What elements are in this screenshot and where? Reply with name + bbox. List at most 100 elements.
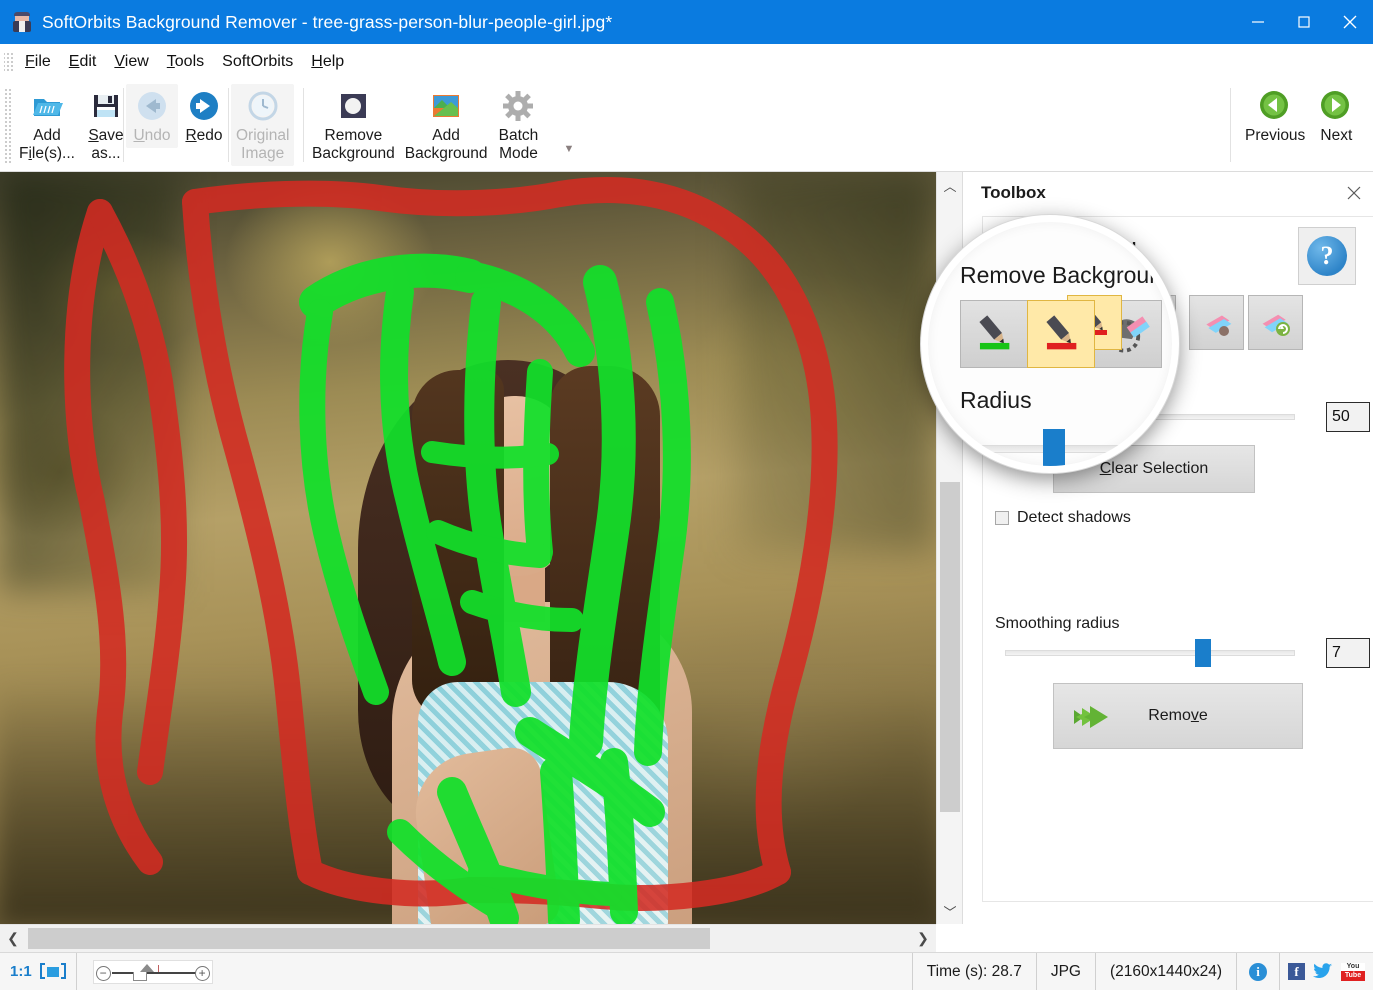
menu-item-softorbits[interactable]: SoftOrbits xyxy=(213,49,302,75)
menu-item-tools[interactable]: Tools xyxy=(158,49,213,75)
toolbox-header: Toolbox xyxy=(963,172,1373,214)
menu-gripper[interactable] xyxy=(4,51,14,73)
eraser-restore-tool-button[interactable] xyxy=(1248,295,1303,350)
minimize-button[interactable] xyxy=(1235,0,1281,44)
zoom-status-cell: 1:1 xyxy=(0,952,77,990)
toolbar-group-file: Add File(s)... Save as... xyxy=(14,84,132,168)
save-as-button[interactable]: Save as... xyxy=(80,84,132,166)
remove-button[interactable]: Remove xyxy=(1053,683,1303,749)
radius-value-input[interactable]: 50 xyxy=(1326,402,1370,432)
next-button[interactable]: Next xyxy=(1310,84,1362,148)
add-background-button[interactable]: Add Background xyxy=(400,84,493,166)
dimensions-cell: (2160x1440x24) xyxy=(1096,952,1237,990)
close-button[interactable] xyxy=(1327,0,1373,44)
add-files-label-2: File(s)... xyxy=(19,145,75,162)
redo-button[interactable]: Redo xyxy=(178,84,230,148)
original-image-label-1: Original xyxy=(236,127,290,144)
info-cell[interactable]: i xyxy=(1237,952,1280,990)
detect-shadows-checkbox[interactable] xyxy=(995,511,1009,525)
menu-item-file[interactable]: File xyxy=(16,49,60,75)
smoothing-radius-slider[interactable] xyxy=(1005,639,1295,667)
gear-icon xyxy=(501,89,535,123)
previous-button[interactable]: Previous xyxy=(1240,84,1310,148)
add-files-label-1: Add xyxy=(33,127,61,144)
application-window: SoftOrbits Background Remover - tree-gra… xyxy=(0,0,1373,990)
detect-shadows-row[interactable]: Detect shadows xyxy=(995,509,1131,527)
original-image-button[interactable]: Original Image xyxy=(231,84,295,166)
add-background-label-2: Background xyxy=(404,145,488,162)
toolbar-gripper[interactable] xyxy=(4,88,12,164)
maximize-button[interactable] xyxy=(1281,0,1327,44)
toolbar-separator-2 xyxy=(228,88,229,162)
smoothing-slider-track[interactable] xyxy=(1005,650,1295,656)
clock-history-icon xyxy=(246,89,280,123)
menu-item-edit[interactable]: Edit xyxy=(60,49,106,75)
zoom-slider-track[interactable] xyxy=(111,971,196,974)
plus-icon[interactable]: + xyxy=(194,965,210,981)
chevron-left-icon[interactable]: ❮ xyxy=(0,925,26,952)
menu-bar: File Edit View Tools SoftOrbits Help xyxy=(0,44,1373,80)
green-left-arrow-icon xyxy=(1258,89,1292,123)
batch-mode-label-1: Batch xyxy=(498,127,539,144)
zoom-slider-thumb[interactable] xyxy=(139,963,154,972)
smoothing-slider-thumb[interactable] xyxy=(1195,639,1211,667)
redo-label: Redo xyxy=(185,127,223,144)
next-label: Next xyxy=(1320,127,1353,144)
vertical-scroll-thumb[interactable] xyxy=(940,482,960,812)
remove-background-button[interactable]: Remove Background xyxy=(307,84,400,166)
fit-to-window-icon[interactable] xyxy=(39,962,66,981)
menu-item-help[interactable]: Help xyxy=(302,49,353,75)
zoom-ratio-label[interactable]: 1:1 xyxy=(10,963,32,980)
add-bg-icon xyxy=(429,89,463,123)
magnifier-radius-slider[interactable] xyxy=(938,429,1168,466)
eraser-icon xyxy=(1205,315,1231,336)
add-background-label-1: Add xyxy=(432,127,460,144)
toolbox-title: Toolbox xyxy=(981,183,1046,202)
chevron-down-icon[interactable]: ﹀ xyxy=(937,898,963,924)
canvas-horizontal-scrollbar[interactable]: ❮ ❯ xyxy=(0,924,936,952)
format-cell: JPG xyxy=(1037,952,1096,990)
twitter-icon[interactable] xyxy=(1313,963,1333,980)
eraser-tool-button[interactable] xyxy=(1189,295,1244,350)
youtube-bottom-text: Tube xyxy=(1341,970,1365,981)
chevron-right-icon[interactable]: ❯ xyxy=(910,925,936,952)
toolbar-overflow-icon[interactable]: ▼ xyxy=(562,142,576,156)
toolbar-separator-3 xyxy=(303,88,304,162)
app-icon xyxy=(12,12,32,32)
menu-item-view[interactable]: View xyxy=(105,49,157,75)
green-right-arrow-icon xyxy=(1319,89,1353,123)
red-marker-tool-zoomed[interactable] xyxy=(1027,300,1095,368)
facebook-icon[interactable]: f xyxy=(1288,963,1305,980)
save-as-label-1: Save xyxy=(88,127,124,144)
green-marker-tool-zoomed[interactable] xyxy=(960,300,1028,368)
toolbox-eraser-row xyxy=(1189,295,1307,350)
status-bar: 1:1 − + Time (s): 28.7 JPG (2160x1440x24… xyxy=(0,952,1373,990)
original-image-label-2: Image xyxy=(241,145,285,162)
youtube-icon[interactable]: You Tube xyxy=(1341,962,1365,981)
info-icon[interactable]: i xyxy=(1249,962,1267,981)
chevron-up-icon[interactable]: ︿ xyxy=(937,172,963,198)
image-canvas[interactable] xyxy=(0,172,936,924)
title-bar: SoftOrbits Background Remover - tree-gra… xyxy=(0,0,1373,44)
previous-label: Previous xyxy=(1245,127,1306,144)
menu-label-file: ile xyxy=(34,53,51,70)
toolbox-close-icon[interactable] xyxy=(1342,181,1366,205)
undo-button[interactable]: Undo xyxy=(126,84,178,148)
magnifier-radius-label: Radius xyxy=(960,387,1032,413)
redo-arrow-icon xyxy=(187,89,221,123)
help-button[interactable]: ? xyxy=(1298,227,1356,285)
horizontal-scroll-thumb[interactable] xyxy=(28,928,710,949)
add-files-button[interactable]: Add File(s)... xyxy=(14,84,80,166)
undo-label: Undo xyxy=(133,127,171,144)
zoom-slider[interactable]: − + xyxy=(92,959,213,984)
minus-icon[interactable]: − xyxy=(95,965,111,981)
toolbar-group-original: Original Image xyxy=(231,84,295,168)
smoothing-radius-value-input[interactable]: 7 xyxy=(1326,638,1370,668)
youtube-top-text: You xyxy=(1341,962,1365,971)
toolbar-group-nav: Previous Next xyxy=(1240,84,1362,168)
toolbar-separator-1 xyxy=(123,88,124,162)
open-folder-icon xyxy=(30,89,64,123)
batch-mode-button[interactable]: Batch Mode xyxy=(492,84,544,166)
magnifier-slider-thumb[interactable] xyxy=(1043,429,1065,466)
keep-stroke-group xyxy=(299,253,691,924)
